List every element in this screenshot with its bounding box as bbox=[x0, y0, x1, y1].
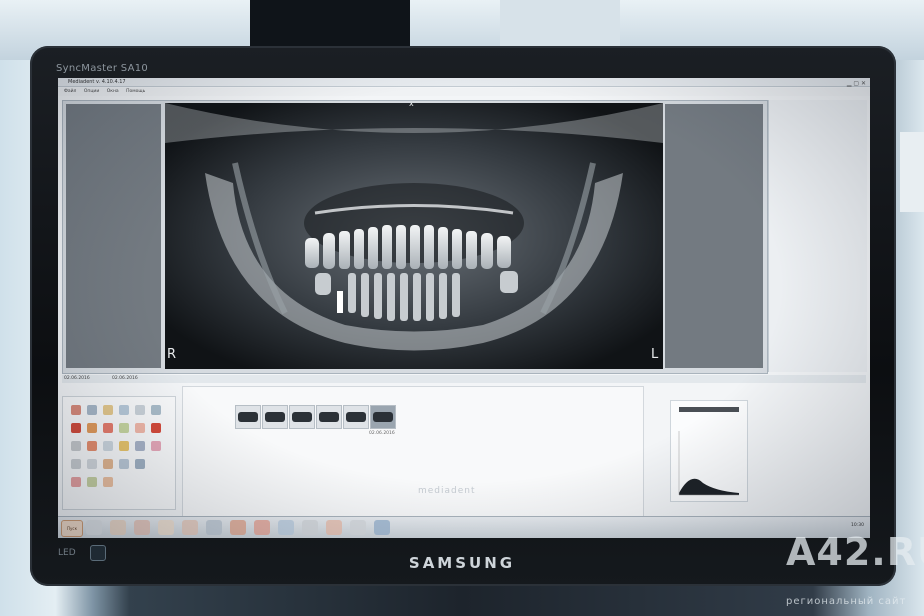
tool-lips-icon[interactable] bbox=[71, 477, 81, 487]
histogram-chart bbox=[678, 407, 739, 496]
taskbar: Пуск 10:30 bbox=[58, 516, 870, 538]
screen: Mediadent v. 4.10.4.17 ▁ ▢ ✕ Файл Опции … bbox=[58, 78, 870, 538]
tool-crown-icon[interactable] bbox=[103, 423, 113, 433]
menu-bar: Файл Опции Окна Помощь bbox=[58, 88, 870, 96]
tool-bridge-icon[interactable] bbox=[135, 423, 145, 433]
window-titlebar: Mediadent v. 4.10.4.17 ▁ ▢ ✕ bbox=[58, 78, 870, 87]
taskbar-app-12[interactable] bbox=[350, 520, 366, 535]
menu-file[interactable]: Файл bbox=[64, 89, 76, 94]
tool-fill-icon[interactable] bbox=[87, 441, 97, 451]
led-label: LED bbox=[58, 548, 76, 558]
image-info-bar: 02.06.2016 02.06.2016 bbox=[62, 375, 866, 383]
taskbar-app-6[interactable] bbox=[206, 520, 222, 535]
tool-angle-icon[interactable] bbox=[103, 405, 113, 415]
taskbar-app-2[interactable] bbox=[110, 520, 126, 535]
image-thumbnails-panel: 02.06.2016 bbox=[182, 386, 644, 518]
viewer-side-panel-left bbox=[66, 104, 161, 368]
monitor-model-label: SyncMaster SA10 bbox=[56, 63, 149, 74]
wall-dark-panel bbox=[250, 0, 410, 48]
taskbar-app-7[interactable] bbox=[230, 520, 246, 535]
tool-erase-icon[interactable] bbox=[71, 423, 81, 433]
tool-highlight-icon[interactable] bbox=[119, 441, 129, 451]
tool-text-icon[interactable] bbox=[119, 405, 129, 415]
tool-mark-icon[interactable] bbox=[151, 441, 161, 451]
right-side-panel bbox=[768, 100, 867, 372]
thumbnail[interactable] bbox=[262, 405, 288, 429]
software-watermark: mediadent bbox=[418, 486, 476, 496]
thumbnail[interactable] bbox=[289, 405, 315, 429]
panoramic-xray[interactable]: R L x bbox=[165, 103, 663, 369]
info-date-2: 02.06.2016 bbox=[112, 376, 138, 381]
tool-contrast-icon[interactable] bbox=[103, 441, 113, 451]
wall-notice bbox=[900, 132, 924, 212]
top-marker: x bbox=[409, 103, 414, 108]
tool-implant-icon[interactable] bbox=[119, 423, 129, 433]
tool-filter-icon[interactable] bbox=[135, 459, 145, 469]
energy-logo bbox=[90, 545, 106, 561]
orientation-marker-right: R bbox=[167, 347, 177, 362]
tool-layer-icon[interactable] bbox=[135, 441, 145, 451]
tool-bone-icon[interactable] bbox=[103, 459, 113, 469]
xray-drawing bbox=[165, 103, 663, 369]
thumbnail-selected[interactable] bbox=[370, 405, 396, 429]
tool-rotate-icon[interactable] bbox=[71, 459, 81, 469]
thumbnail[interactable] bbox=[343, 405, 369, 429]
thumbnail-date: 02.06.2016 bbox=[369, 431, 395, 436]
window-title: Mediadent v. 4.10.4.17 bbox=[68, 79, 126, 85]
tool-tooth-icon[interactable] bbox=[87, 423, 97, 433]
tool-check-icon[interactable] bbox=[151, 423, 161, 433]
window-controls[interactable]: ▁ ▢ ✕ bbox=[847, 79, 866, 88]
menu-options[interactable]: Опции bbox=[84, 89, 99, 94]
menu-help[interactable]: Помощь bbox=[126, 89, 145, 94]
tool-gum-icon[interactable] bbox=[87, 477, 97, 487]
tool-ruler-icon[interactable] bbox=[87, 405, 97, 415]
taskbar-app-10[interactable] bbox=[302, 520, 318, 535]
site-watermark-subtitle: региональный сайт bbox=[786, 596, 907, 607]
system-tray-clock[interactable]: 10:30 bbox=[851, 523, 864, 528]
site-watermark: A42.RU bbox=[786, 530, 924, 574]
taskbar-app-9[interactable] bbox=[278, 520, 294, 535]
tool-nerve-icon[interactable] bbox=[103, 477, 113, 487]
taskbar-app-5[interactable] bbox=[182, 520, 198, 535]
taskbar-app-1[interactable] bbox=[86, 520, 102, 535]
start-button[interactable]: Пуск bbox=[61, 520, 83, 537]
image-viewer: R L x bbox=[62, 100, 768, 374]
tool-palette bbox=[62, 396, 176, 510]
tool-pen-icon[interactable] bbox=[71, 405, 81, 415]
tool-crop-icon[interactable] bbox=[119, 459, 129, 469]
tool-arrow-icon[interactable] bbox=[151, 405, 161, 415]
tool-flip-icon[interactable] bbox=[87, 459, 97, 469]
info-date-1: 02.06.2016 bbox=[64, 376, 90, 381]
orientation-marker-left: L bbox=[651, 347, 659, 362]
tool-grid-icon[interactable] bbox=[71, 441, 81, 451]
menu-windows[interactable]: Окна bbox=[107, 89, 119, 94]
viewer-side-panel-right bbox=[665, 104, 763, 368]
taskbar-app-11[interactable] bbox=[326, 520, 342, 535]
implant bbox=[337, 291, 343, 313]
taskbar-app-8[interactable] bbox=[254, 520, 270, 535]
taskbar-app-3[interactable] bbox=[134, 520, 150, 535]
thumbnail[interactable] bbox=[235, 405, 261, 429]
histogram-panel bbox=[670, 400, 748, 502]
taskbar-app-13[interactable] bbox=[374, 520, 390, 535]
wall-light-panel bbox=[500, 0, 620, 48]
taskbar-app-4[interactable] bbox=[158, 520, 174, 535]
thumbnail[interactable] bbox=[316, 405, 342, 429]
tool-zoom-icon[interactable] bbox=[135, 405, 145, 415]
